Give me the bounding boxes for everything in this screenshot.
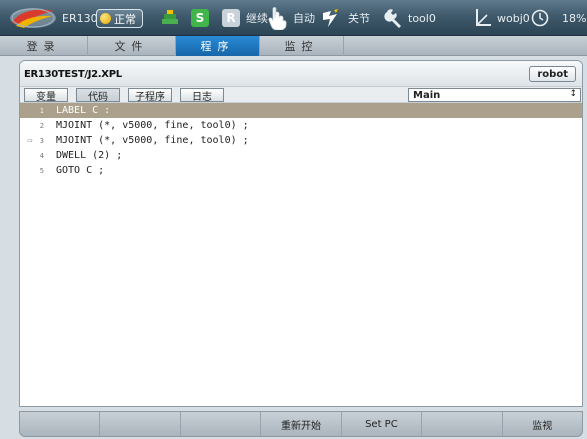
tab-file[interactable]: 文件 xyxy=(88,36,176,56)
code-line[interactable]: 1 LABEL C : xyxy=(20,103,582,118)
tab-login[interactable]: 登录 xyxy=(0,36,88,56)
program-panel: ER130TEST/J2.XPL robot 变量 代码 子程序 日志 Main… xyxy=(19,60,583,407)
routine-value: Main xyxy=(413,89,441,101)
bottom-button-2[interactable] xyxy=(100,412,181,436)
program-header: ER130TEST/J2.XPL robot xyxy=(20,61,582,87)
code-line[interactable]: 2 MJOINT (*, v5000, fine, tool0) ; xyxy=(20,118,582,133)
s-badge[interactable]: S xyxy=(191,9,209,27)
line-number: 5 xyxy=(39,166,44,175)
code-text: MJOINT (*, v5000, fine, tool0) ; xyxy=(56,120,249,131)
code-text: GOTO C ; xyxy=(56,165,105,176)
main-tab-bar: 登录 文件 程序 监控 xyxy=(0,36,587,56)
robot-model: ER130 xyxy=(62,11,98,25)
step-label[interactable]: 关节 xyxy=(348,0,370,36)
logo-icon xyxy=(10,8,56,28)
speed-percent[interactable]: 18% xyxy=(562,0,586,36)
mode-label: 正常 xyxy=(114,12,136,26)
code-text: LABEL C : xyxy=(56,105,111,116)
r-badge[interactable]: R xyxy=(222,9,240,27)
subtab-log[interactable]: 日志 xyxy=(180,88,224,103)
mode-button[interactable]: 正常 xyxy=(96,9,143,28)
line-number: 1 xyxy=(39,106,44,115)
bottom-button-3[interactable] xyxy=(181,412,262,436)
set-pc-button[interactable]: Set PC xyxy=(342,412,423,436)
select-arrow-icon: ↕ xyxy=(569,89,577,99)
code-text: DWELL (2) ; xyxy=(56,150,123,161)
continue-label[interactable]: 继续 xyxy=(246,0,268,36)
tab-monitor[interactable]: 监控 xyxy=(260,36,344,56)
clock-icon[interactable] xyxy=(531,9,549,27)
program-subtab-bar: 变量 代码 子程序 日志 Main ↕ xyxy=(20,87,582,103)
hand-icon[interactable] xyxy=(268,6,288,30)
auto-label[interactable]: 自动 xyxy=(293,0,315,36)
tool-icon[interactable] xyxy=(384,7,404,29)
speed-icon[interactable] xyxy=(320,7,342,29)
bottom-button-6[interactable] xyxy=(422,412,503,436)
code-text: MJOINT (*, v5000, fine, tool0) ; xyxy=(56,135,249,146)
tool-label[interactable]: tool0 xyxy=(408,0,436,36)
subtab-subroutine[interactable]: 子程序 xyxy=(128,88,172,103)
status-bar: ER130 正常 S R 继续 自动 关节 tool0 wobj0 18% xyxy=(0,0,587,36)
monitor-button[interactable]: 监视 xyxy=(503,412,582,436)
wobj-label[interactable]: wobj0 xyxy=(497,0,530,36)
code-editor[interactable]: 1 LABEL C : 2 MJOINT (*, v5000, fine, to… xyxy=(20,103,582,178)
restart-button[interactable]: 重新开始 xyxy=(261,412,342,436)
routine-select[interactable]: Main ↕ xyxy=(408,88,581,102)
bottom-button-1[interactable] xyxy=(20,412,101,436)
subtab-variables[interactable]: 变量 xyxy=(24,88,68,103)
robot-button[interactable]: robot xyxy=(529,66,576,82)
code-line[interactable]: 4 DWELL (2) ; xyxy=(20,148,582,163)
bottom-button-bar: 重新开始 Set PC 监视 xyxy=(19,411,583,437)
line-number: 4 xyxy=(39,151,44,160)
code-line[interactable]: 5 GOTO C ; xyxy=(20,163,582,178)
file-path: ER130TEST/J2.XPL xyxy=(24,69,122,80)
coordinate-icon[interactable] xyxy=(160,9,180,27)
code-line[interactable]: ⇨ 3 MJOINT (*, v5000, fine, tool0) ; xyxy=(20,133,582,148)
subtab-code[interactable]: 代码 xyxy=(76,88,120,103)
line-number: 3 xyxy=(39,136,44,145)
wobj-icon[interactable] xyxy=(473,7,493,29)
line-number: 2 xyxy=(39,121,44,130)
tab-program[interactable]: 程序 xyxy=(176,36,260,56)
mode-indicator-icon xyxy=(100,13,111,24)
